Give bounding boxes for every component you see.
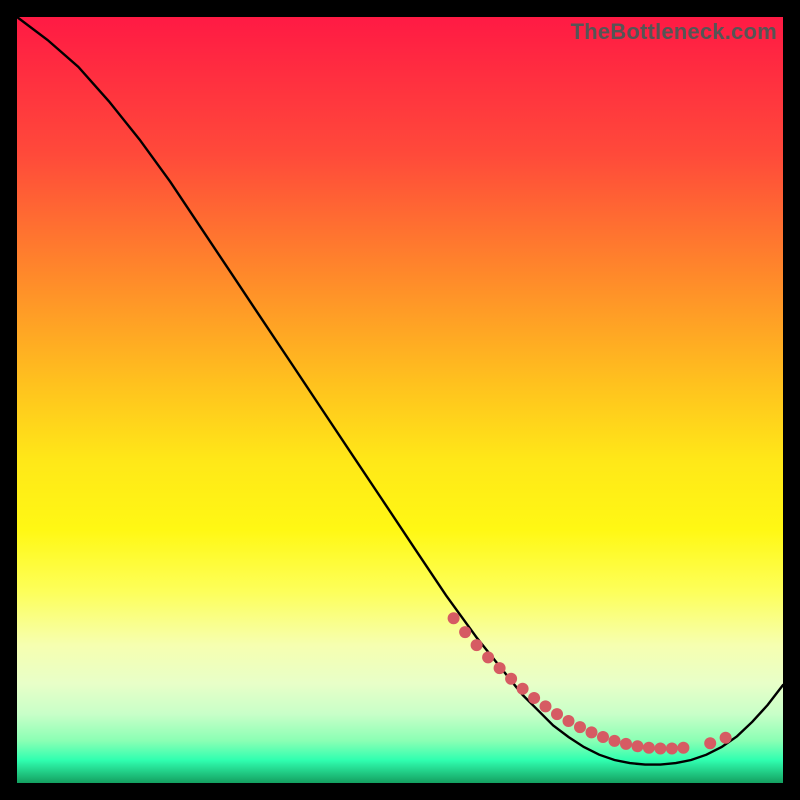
highlight-dot <box>574 721 586 733</box>
highlight-dot <box>540 700 552 712</box>
highlight-dot <box>597 731 609 743</box>
highlight-dot <box>666 743 678 755</box>
highlight-dot <box>609 735 621 747</box>
highlight-dot <box>494 662 506 674</box>
highlight-dot <box>720 732 732 744</box>
highlight-dot <box>654 743 666 755</box>
highlight-dot <box>517 683 529 695</box>
highlight-dot <box>448 612 460 624</box>
highlight-dot <box>704 737 716 749</box>
bottleneck-curve-path <box>17 17 783 765</box>
highlight-dot <box>459 626 471 638</box>
highlight-dots-group <box>448 612 732 754</box>
highlight-dot <box>563 715 575 727</box>
highlight-dot <box>677 742 689 754</box>
chart-frame: TheBottleneck.com <box>17 17 783 783</box>
highlight-dot <box>482 651 494 663</box>
highlight-dot <box>586 726 598 738</box>
highlight-dot <box>632 740 644 752</box>
highlight-dot <box>528 692 540 704</box>
highlight-dot <box>505 673 517 685</box>
highlight-dot <box>620 738 632 750</box>
chart-svg <box>17 17 783 783</box>
highlight-dot <box>471 639 483 651</box>
highlight-dot <box>551 708 563 720</box>
highlight-dot <box>643 742 655 754</box>
watermark-label: TheBottleneck.com <box>571 19 777 45</box>
